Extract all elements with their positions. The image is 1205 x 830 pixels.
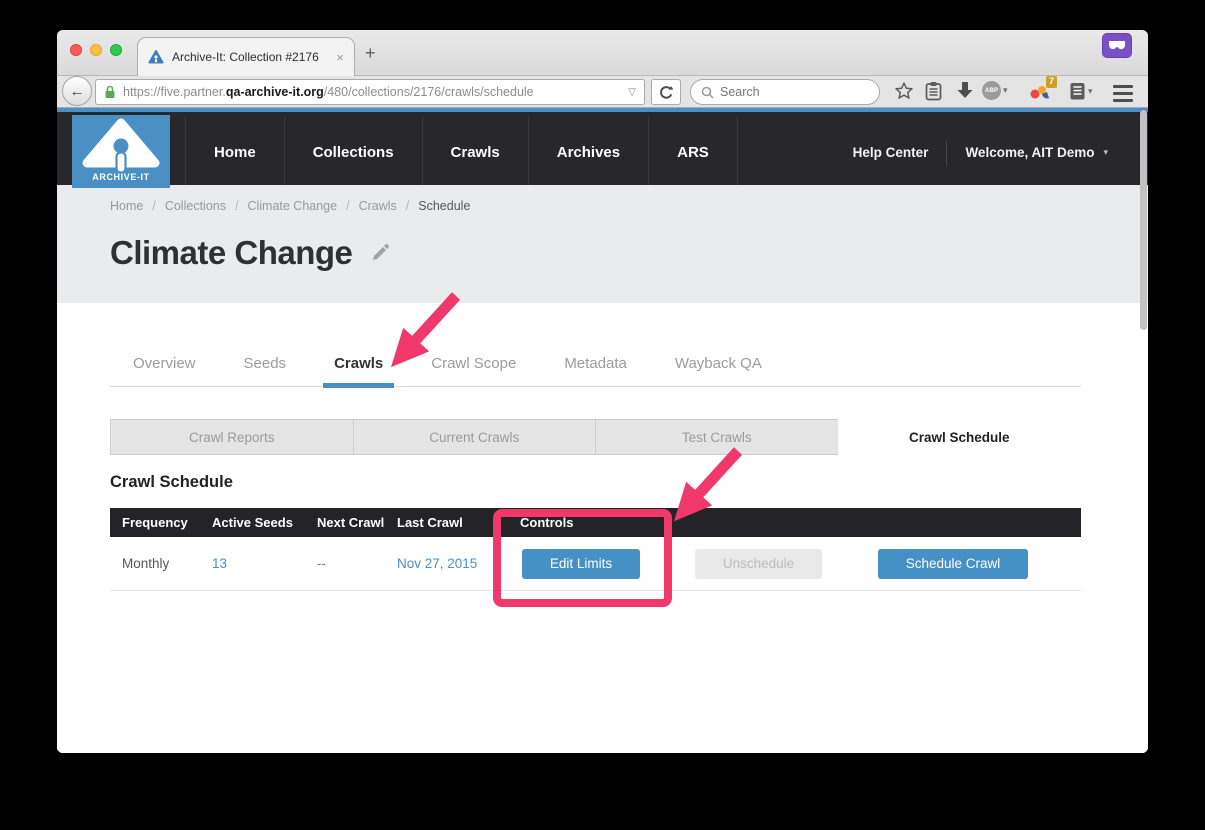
- private-browsing-mask-icon: [1102, 33, 1132, 58]
- breadcrumb-collections[interactable]: Collections: [165, 199, 226, 213]
- browser-titlebar: Archive-It: Collection #2176 × +: [57, 30, 1148, 76]
- schedule-crawl-button[interactable]: Schedule Crawl: [878, 549, 1028, 579]
- abp-dropdown-icon[interactable]: ▾: [1003, 85, 1008, 96]
- table-header-row: Frequency Active Seeds Next Crawl Last C…: [110, 508, 1081, 537]
- scrollbar-thumb[interactable]: [1140, 110, 1147, 330]
- active-seeds-link[interactable]: 13: [212, 556, 227, 571]
- extension-button[interactable]: 7: [1029, 81, 1051, 101]
- nav-item-collections[interactable]: Collections: [284, 116, 422, 189]
- breadcrumb-crawls[interactable]: Crawls: [359, 199, 397, 213]
- user-menu[interactable]: Welcome, AIT Demo ▾: [947, 145, 1108, 160]
- col-active-seeds: Active Seeds: [212, 515, 317, 530]
- archive-it-logo-icon: [72, 115, 170, 177]
- col-frequency: Frequency: [122, 515, 212, 530]
- tab-crawls[interactable]: Crawls: [334, 355, 383, 372]
- star-icon: [894, 81, 914, 101]
- window-controls: [70, 44, 122, 56]
- search-bar[interactable]: [690, 79, 880, 105]
- search-input[interactable]: [720, 85, 850, 99]
- breadcrumb-separator: /: [152, 199, 155, 213]
- col-next-crawl: Next Crawl: [317, 515, 397, 530]
- back-button[interactable]: ←: [62, 76, 92, 106]
- reading-list-button[interactable]: [925, 81, 942, 101]
- breadcrumb-separator: /: [406, 199, 409, 213]
- edit-title-pencil-icon[interactable]: [370, 243, 390, 263]
- tab-title: Archive-It: Collection #2176: [172, 50, 328, 64]
- nav-item-home[interactable]: Home: [185, 116, 284, 189]
- help-center-link[interactable]: Help Center: [853, 145, 947, 160]
- nav-user-area: Help Center Welcome, AIT Demo ▾: [853, 116, 1108, 189]
- browser-toolbar: ← https://five.partner.qa-archive-it.org…: [57, 76, 1148, 108]
- col-last-crawl: Last Crawl: [397, 515, 517, 530]
- crawls-subtabs: Crawl Reports Current Crawls Test Crawls…: [110, 419, 1081, 455]
- extension-badge: 7: [1046, 76, 1057, 88]
- archive-it-logo-text: ARCHIVE-IT: [92, 172, 150, 182]
- clipboard-icon: [925, 81, 942, 101]
- crawl-schedule-heading: Crawl Schedule: [110, 473, 233, 492]
- frequency-value: Monthly: [122, 556, 212, 571]
- tab-seeds[interactable]: Seeds: [244, 355, 287, 372]
- crawl-schedule-table: Frequency Active Seeds Next Crawl Last C…: [110, 508, 1081, 591]
- tab-wayback-qa[interactable]: Wayback QA: [675, 355, 762, 372]
- subtab-crawl-reports[interactable]: Crawl Reports: [110, 419, 354, 455]
- collection-tabs: Overview Seeds Crawls Crawl Scope Metada…: [110, 355, 1081, 387]
- edit-limits-button[interactable]: Edit Limits: [522, 549, 640, 579]
- archive-it-logo[interactable]: ARCHIVE-IT: [72, 115, 170, 188]
- abp-icon: ABP: [982, 81, 1001, 100]
- breadcrumb-collection-name[interactable]: Climate Change: [247, 199, 337, 213]
- tab-overview[interactable]: Overview: [133, 355, 196, 372]
- list-icon: [1069, 81, 1086, 101]
- url-dropdown-icon[interactable]: ▽: [628, 87, 636, 98]
- unschedule-button[interactable]: Unschedule: [695, 549, 822, 579]
- table-row: Monthly 13 -- Nov 27, 2015 Edit Limits U…: [110, 537, 1081, 591]
- nav-item-crawls[interactable]: Crawls: [422, 116, 528, 189]
- subtab-crawl-schedule[interactable]: Crawl Schedule: [838, 419, 1082, 455]
- session-dropdown-icon[interactable]: ▾: [1088, 86, 1093, 97]
- subtab-current-crawls[interactable]: Current Crawls: [353, 419, 597, 455]
- reload-icon: [659, 85, 674, 100]
- url-bar[interactable]: https://five.partner.qa-archive-it.org/4…: [95, 79, 645, 105]
- user-menu-caret-icon: ▾: [1103, 147, 1108, 158]
- subtab-test-crawls[interactable]: Test Crawls: [595, 419, 839, 455]
- adblock-plus-button[interactable]: ABP ▾: [982, 81, 1008, 100]
- site-navbar: Home Collections Crawls Archives ARS Hel…: [57, 112, 1148, 185]
- downloads-button[interactable]: [956, 81, 974, 100]
- close-window-button[interactable]: [70, 44, 82, 56]
- url-text: https://five.partner.qa-archive-it.org/4…: [123, 85, 621, 99]
- breadcrumb-home[interactable]: Home: [110, 199, 143, 213]
- bookmark-star-button[interactable]: [894, 81, 914, 101]
- menu-button[interactable]: [1113, 85, 1133, 102]
- minimize-window-button[interactable]: [90, 44, 102, 56]
- nav-item-ars[interactable]: ARS: [648, 116, 738, 189]
- site-nav-menu: Home Collections Crawls Archives ARS: [185, 116, 738, 189]
- reload-button[interactable]: [651, 79, 681, 105]
- https-lock-icon: [104, 85, 116, 99]
- page-title: Climate Change: [110, 234, 352, 272]
- archive-it-favicon: [148, 49, 164, 65]
- collection-content: Overview Seeds Crawls Crawl Scope Metada…: [57, 303, 1148, 753]
- page-viewport: Home Collections Crawls Archives ARS Hel…: [57, 108, 1148, 753]
- col-controls: Controls: [517, 515, 1081, 530]
- browser-tab[interactable]: Archive-It: Collection #2176 ×: [137, 37, 355, 76]
- tab-close-icon[interactable]: ×: [336, 51, 344, 64]
- next-crawl-value: --: [317, 556, 397, 571]
- last-crawl-link[interactable]: Nov 27, 2015: [397, 556, 477, 571]
- search-icon: [701, 86, 714, 99]
- tab-crawl-scope[interactable]: Crawl Scope: [431, 355, 516, 372]
- tab-metadata[interactable]: Metadata: [564, 355, 627, 372]
- browser-window: Archive-It: Collection #2176 × + ← https…: [57, 30, 1148, 753]
- page-header-band: Home / Collections / Climate Change / Cr…: [57, 185, 1148, 303]
- session-manager-button[interactable]: ▾: [1069, 81, 1093, 101]
- zoom-window-button[interactable]: [110, 44, 122, 56]
- breadcrumb: Home / Collections / Climate Change / Cr…: [110, 199, 470, 213]
- new-tab-button[interactable]: +: [365, 44, 376, 62]
- breadcrumb-current: Schedule: [418, 199, 470, 213]
- page-scrollbar[interactable]: [1140, 110, 1147, 750]
- desktop-background: Archive-It: Collection #2176 × + ← https…: [0, 0, 1205, 830]
- breadcrumb-separator: /: [235, 199, 238, 213]
- download-arrow-icon: [956, 81, 974, 100]
- breadcrumb-separator: /: [346, 199, 349, 213]
- welcome-label: Welcome, AIT Demo: [965, 145, 1094, 160]
- nav-item-archives[interactable]: Archives: [528, 116, 648, 189]
